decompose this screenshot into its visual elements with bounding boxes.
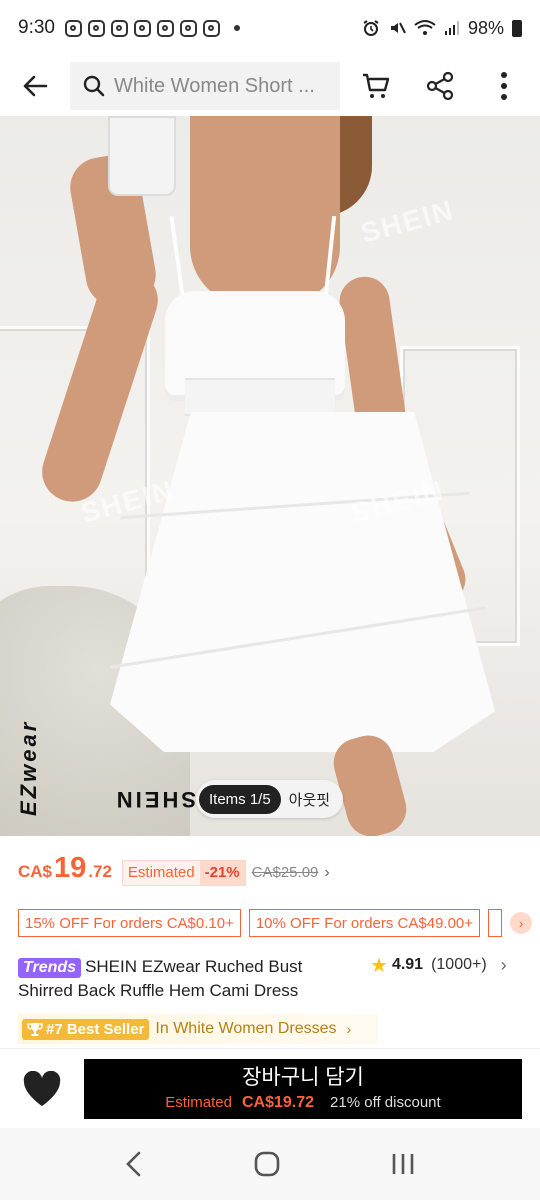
- top-bar: White Women Short ...: [0, 56, 540, 116]
- status-right: 98%: [362, 18, 522, 39]
- star-icon: ★: [370, 954, 388, 977]
- alarm-icon: [363, 20, 379, 36]
- brand-name: SHEIN: [113, 787, 196, 812]
- nav-back-icon[interactable]: [124, 1150, 144, 1178]
- instagram-icon: [87, 19, 105, 37]
- trophy-icon: [27, 1023, 43, 1036]
- coupon[interactable]: 15% OFF For orders CA$0.10+: [18, 909, 241, 937]
- product-image[interactable]: SHEIN SHEIN SHEIN SHEIN EZwear: [0, 116, 540, 836]
- discount-percent: -21%: [199, 860, 245, 885]
- back-button[interactable]: [0, 56, 70, 116]
- instagram-icon: [156, 19, 174, 37]
- status-time: 9:30: [18, 17, 55, 38]
- share-icon: [426, 71, 454, 101]
- estimated-label: Estimated: [127, 864, 195, 881]
- add-to-cart-sub: Estimated CA$19.72 21% off discount: [165, 1094, 440, 1112]
- rating[interactable]: ★ 4.91 (1000+) ›: [370, 953, 507, 977]
- cart-price: CA$19.72: [242, 1093, 315, 1111]
- coupon-partial[interactable]: [488, 909, 503, 937]
- battery-icon: [512, 19, 522, 37]
- heart-icon: [23, 1070, 61, 1106]
- mute-icon: [390, 22, 406, 34]
- search-icon: [83, 75, 105, 97]
- instagram-icon: [179, 19, 197, 37]
- best-seller-category: In White Women Dresses: [155, 1020, 337, 1037]
- estimated-tag: Estimated -21%: [121, 859, 246, 886]
- notification-icons: [64, 19, 240, 37]
- signal-icon: [444, 21, 459, 35]
- brand-logo: SHEIN EZwear: [12, 636, 196, 816]
- price-decimal: .72: [88, 862, 112, 881]
- original-price: CA$25.09: [251, 864, 319, 881]
- more-notifications-dot: [233, 25, 240, 31]
- dress-strap: [169, 216, 185, 296]
- cart-icon: [363, 73, 390, 98]
- watermark: SHEIN: [357, 194, 458, 249]
- cart-button[interactable]: [344, 56, 408, 116]
- chevron-right-icon: ›: [324, 864, 330, 881]
- more-vertical-icon: [501, 72, 507, 100]
- cart-estimated-label: Estimated: [165, 1094, 232, 1111]
- best-seller-label: #7 Best Seller: [46, 1020, 145, 1038]
- add-to-cart-button[interactable]: 장바구니 담기 Estimated CA$19.72 21% off disco…: [84, 1058, 522, 1119]
- share-button[interactable]: [408, 56, 472, 116]
- brand-sub: EZwear: [16, 719, 41, 816]
- model-torso: [190, 116, 340, 306]
- phone-in-hand: [108, 116, 176, 196]
- instagram-icon: [133, 19, 151, 37]
- instagram-icon: [64, 19, 82, 37]
- chevron-right-icon[interactable]: ›: [510, 912, 533, 934]
- price-currency: CA$: [18, 862, 53, 881]
- chevron-right-icon: ›: [500, 954, 507, 975]
- instagram-icon: [202, 19, 220, 37]
- status-bar: 9:30 98%: [0, 0, 540, 56]
- nav-recents-icon[interactable]: [390, 1152, 416, 1176]
- system-nav-bar: [0, 1128, 540, 1200]
- best-seller-banner[interactable]: #7 Best Seller In White Women Dresses ›: [18, 1014, 378, 1044]
- more-button[interactable]: [472, 56, 536, 116]
- bottom-action-bar: 장바구니 담기 Estimated CA$19.72 21% off disco…: [0, 1048, 540, 1128]
- cart-discount: 21% off discount: [330, 1094, 441, 1111]
- product-title-block: Trends SHEIN EZwear Ruched Bust Shirred B…: [18, 955, 358, 1003]
- wishlist-button[interactable]: [0, 1049, 84, 1129]
- coupon-row: 15% OFF For orders CA$0.10+ 10% OFF For …: [18, 909, 540, 937]
- back-arrow-icon: [23, 75, 48, 97]
- coupon[interactable]: 10% OFF For orders CA$49.00+: [248, 909, 481, 937]
- tab-outfit[interactable]: 아웃핏: [281, 789, 340, 810]
- battery-percent: 98%: [467, 17, 504, 38]
- rating-count: (1000+): [431, 956, 487, 973]
- tab-items[interactable]: Items 1/5: [199, 784, 281, 814]
- add-to-cart-label: 장바구니 담기: [242, 1065, 364, 1089]
- search-text: White Women Short ...: [114, 74, 315, 97]
- rating-value: 4.91: [391, 956, 424, 973]
- dress-waist: [185, 378, 335, 416]
- search-input[interactable]: White Women Short ...: [70, 62, 340, 110]
- price-integer: 19: [54, 852, 87, 884]
- price-row[interactable]: CA$ 19 .72 Estimated -21% CA$25.09 ›: [18, 852, 330, 892]
- trends-badge[interactable]: Trends: [18, 958, 82, 978]
- nav-home-icon[interactable]: [253, 1150, 281, 1178]
- wifi-icon: [414, 20, 436, 35]
- chevron-right-icon: ›: [346, 1021, 352, 1037]
- instagram-icon: [110, 19, 128, 37]
- best-seller-badge: #7 Best Seller: [22, 1018, 150, 1040]
- image-tabs: Items 1/5 아웃핏: [196, 780, 344, 818]
